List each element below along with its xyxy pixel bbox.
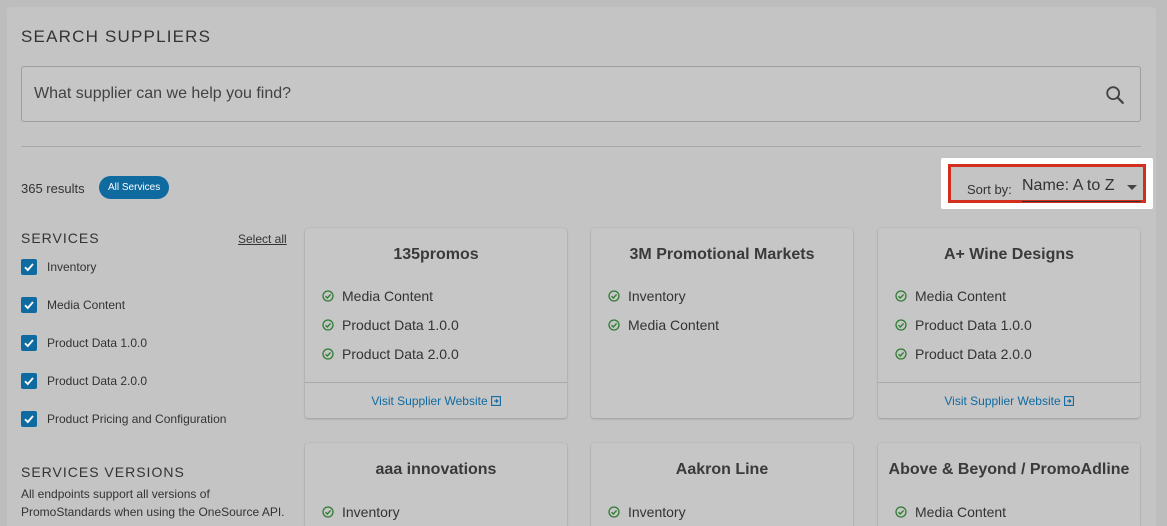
- check-circle-icon: [895, 506, 907, 518]
- supplier-service-label: Product Data 2.0.0: [342, 346, 459, 362]
- supplier-service-label: Inventory: [628, 504, 686, 520]
- check-circle-icon: [322, 319, 334, 331]
- visit-link-label: Visit Supplier Website: [944, 394, 1061, 408]
- sort-value: Name: A to Z: [1022, 177, 1115, 194]
- supplier-card: Above & Beyond / PromoAdline Media Conte…: [878, 443, 1140, 526]
- supplier-name: A+ Wine Designs: [943, 246, 1075, 263]
- chevron-down-icon: [1127, 185, 1137, 190]
- search-icon[interactable]: [1104, 84, 1126, 106]
- checkbox-checked-icon[interactable]: [21, 411, 37, 427]
- results-count: 365 results: [21, 181, 85, 196]
- supplier-card: A+ Wine Designs Media Content Product Da…: [878, 228, 1140, 418]
- supplier-service-label: Product Data 1.0.0: [342, 317, 459, 333]
- checkbox-checked-icon[interactable]: [21, 373, 37, 389]
- service-filter-label: Product Data 2.0.0: [47, 374, 148, 388]
- sort-control: Sort by: Name: A to Z: [948, 164, 1146, 203]
- supplier-service-label: Inventory: [342, 504, 400, 520]
- supplier-service-label: Product Data 2.0.0: [915, 346, 1032, 362]
- supplier-service-label: Media Content: [342, 288, 434, 304]
- services-versions-note: All endpoints support all versions of Pr…: [21, 487, 285, 519]
- checkbox-checked-icon[interactable]: [21, 335, 37, 351]
- search-box[interactable]: [21, 66, 1141, 122]
- service-filter-label: Inventory: [47, 260, 97, 274]
- check-circle-icon: [895, 319, 907, 331]
- check-circle-icon: [322, 290, 334, 302]
- supplier-card: aaa innovations Inventory: [305, 443, 567, 526]
- supplier-service-label: Product Data 1.0.0: [915, 317, 1032, 333]
- visit-link-label: Visit Supplier Website: [371, 394, 488, 408]
- supplier-name: 3M Promotional Markets: [629, 246, 815, 263]
- supplier-card: 3M Promotional Markets Inventory Media C…: [591, 228, 853, 418]
- check-circle-icon: [322, 506, 334, 518]
- visit-supplier-website-link[interactable]: Visit Supplier Website: [305, 394, 567, 408]
- search-input[interactable]: [34, 67, 1074, 121]
- external-link-icon: [1063, 396, 1074, 406]
- supplier-service-label: Media Content: [628, 317, 720, 333]
- supplier-name: 135promos: [393, 246, 479, 263]
- supplier-card: Aakron Line Inventory: [591, 443, 853, 526]
- select-all-link[interactable]: Select all: [238, 232, 287, 246]
- checkbox-checked-icon[interactable]: [21, 259, 37, 275]
- sort-highlight: Sort by: Name: A to Z: [941, 158, 1153, 209]
- divider: [21, 146, 1141, 147]
- services-filter-chip[interactable]: All Services: [99, 176, 170, 199]
- supplier-service-label: Media Content: [915, 288, 1007, 304]
- check-circle-icon: [608, 506, 620, 518]
- check-circle-icon: [322, 348, 334, 360]
- supplier-name: aaa innovations: [375, 461, 497, 478]
- checkbox-checked-icon[interactable]: [21, 297, 37, 313]
- service-filter-label: Media Content: [47, 298, 126, 312]
- check-circle-icon: [895, 348, 907, 360]
- sort-label: Sort by:: [967, 182, 1012, 197]
- supplier-name: Aakron Line: [675, 461, 769, 478]
- service-filter-label: Product Data 1.0.0: [47, 336, 148, 350]
- page-title: SEARCH SUPPLIERS: [21, 27, 212, 46]
- visit-supplier-website-link[interactable]: Visit Supplier Website: [878, 394, 1140, 408]
- check-circle-icon: [608, 319, 620, 331]
- check-circle-icon: [895, 290, 907, 302]
- services-heading: SERVICES: [21, 230, 100, 246]
- supplier-service-label: Inventory: [628, 288, 686, 304]
- supplier-service-label: Media Content: [915, 504, 1007, 520]
- service-filter-label: Product Pricing and Configuration: [47, 412, 227, 426]
- card-footer: Visit Supplier Website: [878, 382, 1140, 418]
- sort-select[interactable]: Name: A to Z: [1022, 176, 1141, 202]
- supplier-card: 135promos Media Content Product Data 1.0…: [305, 228, 567, 418]
- external-link-icon: [490, 396, 501, 406]
- check-circle-icon: [608, 290, 620, 302]
- supplier-name: Above & Beyond / PromoAdline: [888, 461, 1130, 478]
- card-footer: Visit Supplier Website: [305, 382, 567, 418]
- services-versions-heading: SERVICES VERSIONS: [21, 464, 185, 480]
